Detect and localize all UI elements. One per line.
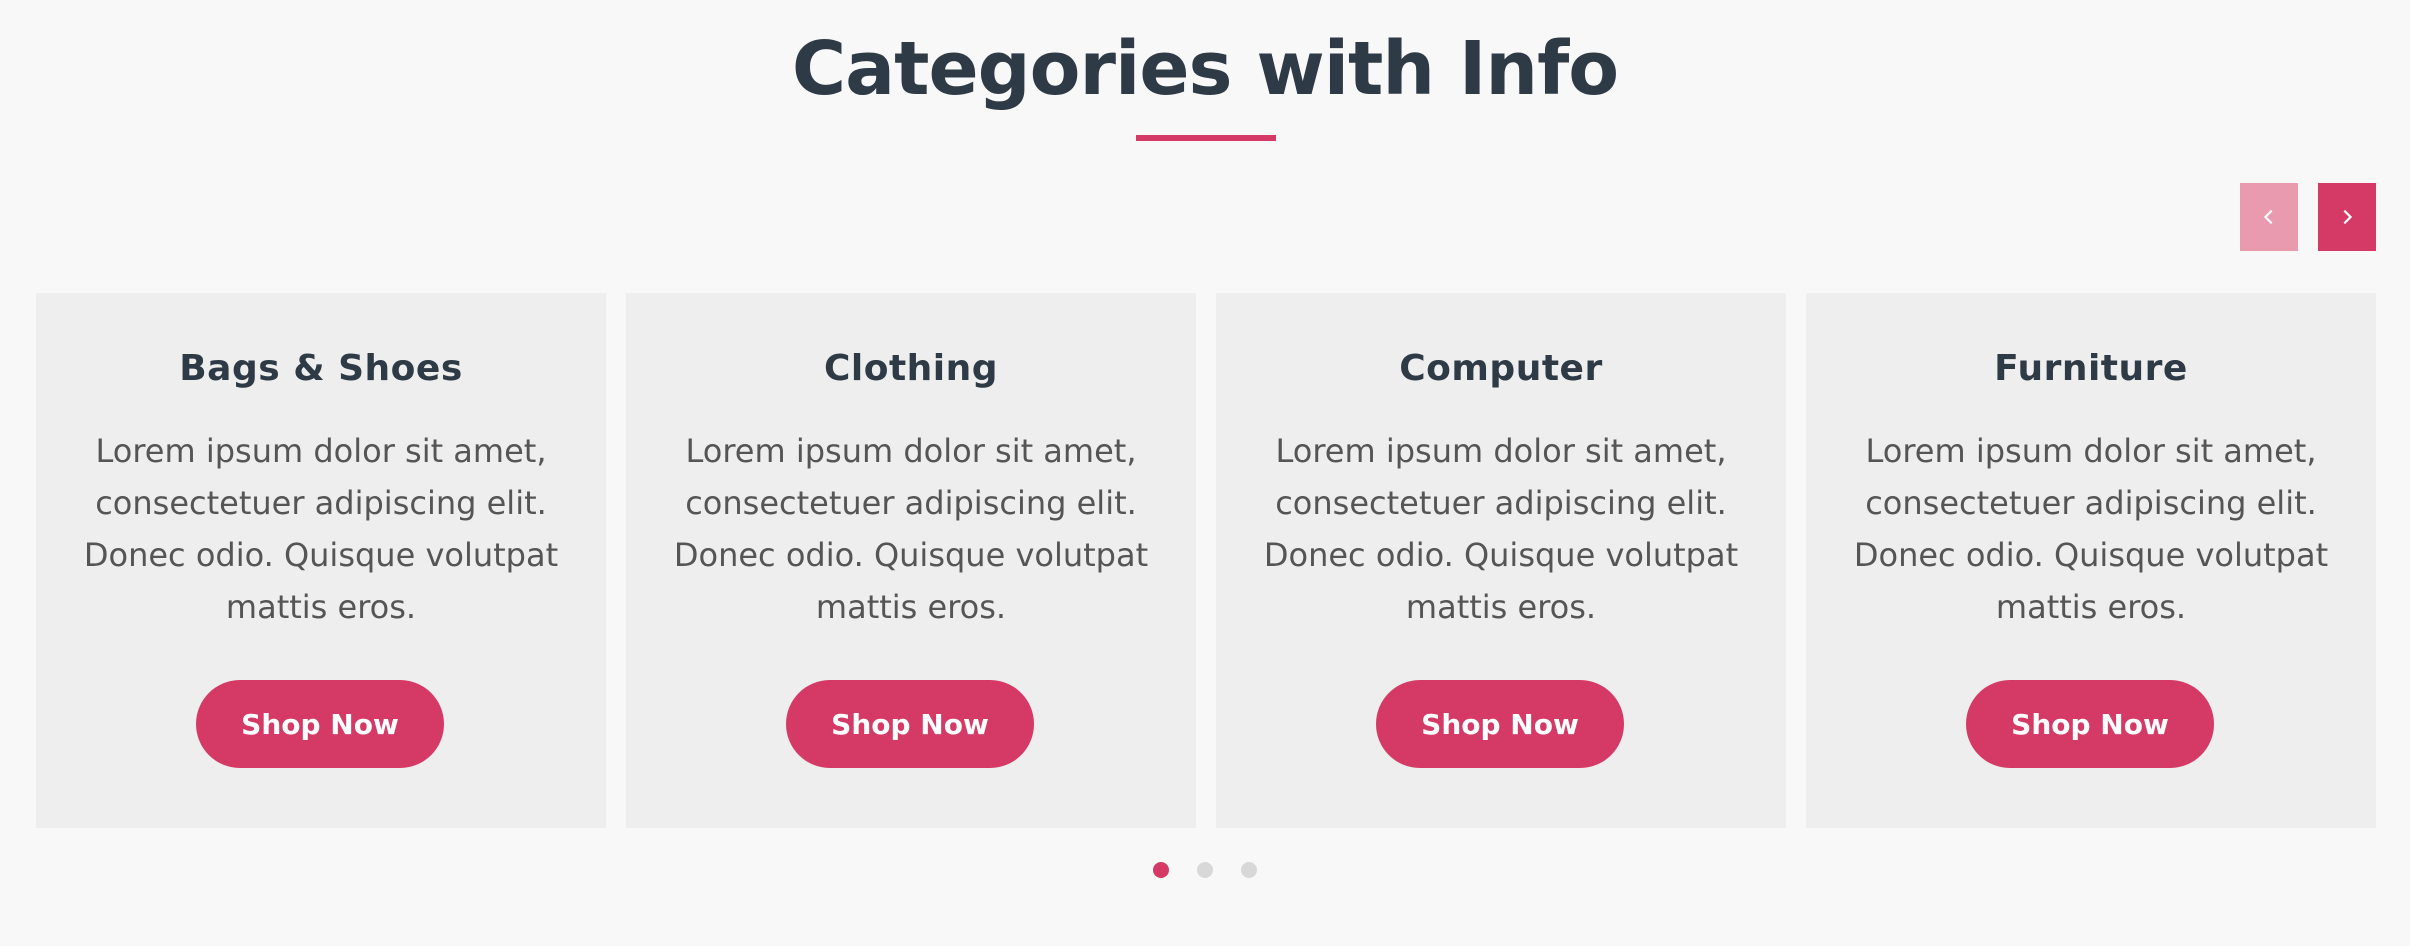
category-card-bags-shoes: Bags & Shoes Lorem ipsum dolor sit amet,… xyxy=(36,293,606,828)
chevron-right-icon xyxy=(2343,209,2353,225)
shop-now-button-clothing[interactable]: Shop Now xyxy=(786,680,1034,768)
section-title: Categories with Info xyxy=(791,26,1619,112)
card-description: Lorem ipsum dolor sit amet, consectetuer… xyxy=(1263,432,1739,626)
carousel-next-button[interactable] xyxy=(2318,183,2376,251)
card-title: Clothing xyxy=(823,348,999,389)
card-description: Lorem ipsum dolor sit amet, consectetuer… xyxy=(673,432,1149,626)
shop-now-button-computer[interactable]: Shop Now xyxy=(1376,680,1624,768)
carousel-dot-1[interactable] xyxy=(1153,862,1169,878)
carousel-pagination xyxy=(1153,862,1257,878)
category-card-furniture: Furniture Lorem ipsum dolor sit amet, co… xyxy=(1806,293,2376,828)
card-title: Computer xyxy=(1399,348,1603,389)
shop-now-button-furniture[interactable]: Shop Now xyxy=(1966,680,2214,768)
categories-section: Categories with Info Bags & Shoes Lorem … xyxy=(0,0,2410,946)
chevron-left-icon xyxy=(2263,209,2273,225)
category-card-list: Bags & Shoes Lorem ipsum dolor sit amet,… xyxy=(36,293,2376,828)
card-title: Furniture xyxy=(1994,348,2188,389)
category-card-clothing: Clothing Lorem ipsum dolor sit amet, con… xyxy=(626,293,1196,828)
card-title: Bags & Shoes xyxy=(179,348,463,389)
carousel-dot-2[interactable] xyxy=(1197,862,1213,878)
shop-now-button-bags-shoes[interactable]: Shop Now xyxy=(196,680,444,768)
card-description: Lorem ipsum dolor sit amet, consectetuer… xyxy=(83,432,559,626)
title-underline xyxy=(1136,135,1276,141)
category-card-computer: Computer Lorem ipsum dolor sit amet, con… xyxy=(1216,293,1786,828)
carousel-prev-button[interactable] xyxy=(2240,183,2298,251)
carousel-dot-3[interactable] xyxy=(1241,862,1257,878)
card-description: Lorem ipsum dolor sit amet, consectetuer… xyxy=(1853,432,2329,626)
